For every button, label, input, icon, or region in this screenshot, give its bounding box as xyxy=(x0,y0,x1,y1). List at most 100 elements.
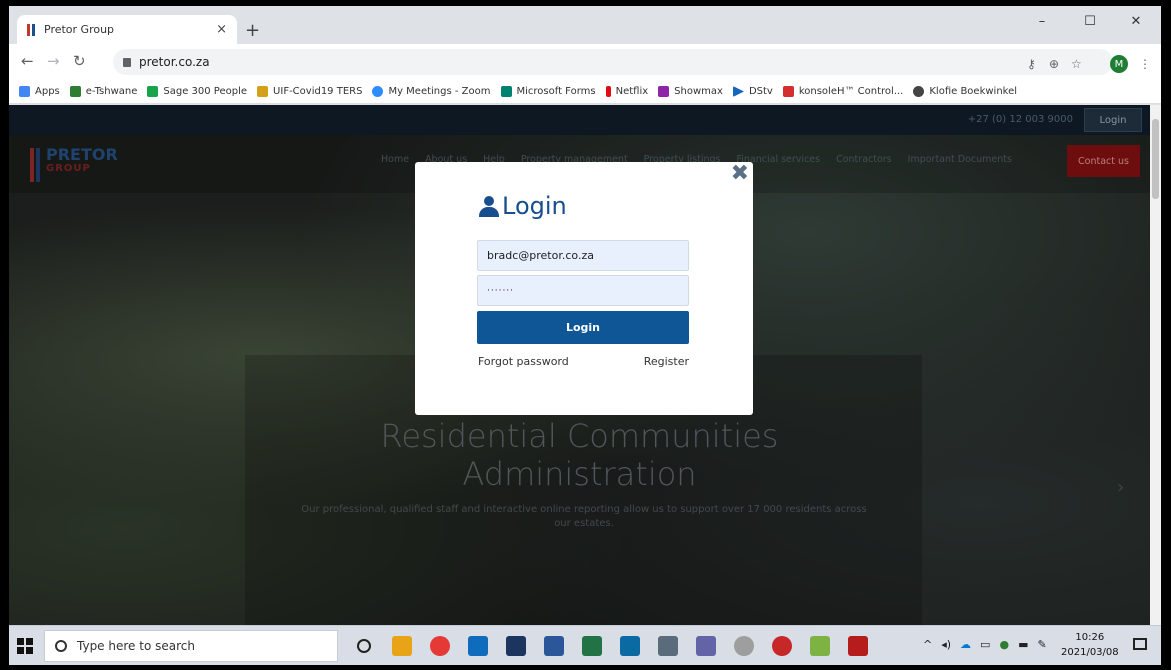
pretor-logo[interactable]: PRETOR GROUP xyxy=(30,147,118,182)
password-field[interactable]: ······· xyxy=(477,275,689,306)
tab-close-icon[interactable]: × xyxy=(216,22,227,37)
globe-icon xyxy=(913,86,925,97)
bookmark-sage[interactable]: Sage 300 People xyxy=(147,86,247,97)
nav-important-documents[interactable]: Important Documents xyxy=(908,154,1012,165)
nav-contractors[interactable]: Contractors xyxy=(836,154,892,165)
clock-time: 10:26 xyxy=(1075,632,1105,643)
hero-title: Residential Communities Administration xyxy=(380,417,779,493)
forward-arrow-icon[interactable]: → xyxy=(47,52,60,70)
zoom-app-icon xyxy=(372,86,384,97)
phone-number[interactable]: +27 (0) 12 003 9000 xyxy=(968,114,1073,125)
chevron-up-icon[interactable]: ^ xyxy=(923,638,932,651)
system-tray: ^ ◂) ☁ ▭ ● ▬ ✎ xyxy=(923,638,1047,651)
bookmark-e-tshwane[interactable]: e-Tshwane xyxy=(69,86,137,97)
bookmark-showmax[interactable]: Showmax xyxy=(658,86,723,97)
star-icon[interactable]: ☆ xyxy=(1071,57,1082,71)
zoom-icon[interactable]: ⊕ xyxy=(1049,57,1059,71)
bookmark-klofie[interactable]: Klofie Boekwinkel xyxy=(913,86,1017,97)
forms-icon xyxy=(500,86,512,97)
bookmark-uif[interactable]: UIF-Covid19 TERS xyxy=(257,86,362,97)
dstv-icon xyxy=(732,86,744,97)
minimize-button[interactable]: – xyxy=(1019,14,1065,29)
nav-home[interactable]: Home xyxy=(381,154,409,165)
security-icon[interactable]: ● xyxy=(999,638,1009,651)
file-explorer-icon[interactable] xyxy=(392,636,412,656)
calculator-icon[interactable] xyxy=(658,636,678,656)
page-scrollbar[interactable] xyxy=(1150,105,1161,625)
register-link[interactable]: Register xyxy=(644,355,689,368)
netflix-icon xyxy=(605,86,611,97)
word-icon[interactable] xyxy=(544,636,564,656)
search-placeholder: Type here to search xyxy=(77,639,195,653)
profile-avatar[interactable]: M xyxy=(1110,55,1128,73)
volume-icon[interactable]: ◂) xyxy=(941,638,951,651)
login-heading: Login xyxy=(478,192,567,220)
reload-icon[interactable]: ↻ xyxy=(73,52,86,70)
url-text: pretor.co.za xyxy=(139,55,210,69)
forgot-password-link[interactable]: Forgot password xyxy=(478,355,569,368)
bookmark-netflix[interactable]: Netflix xyxy=(605,86,648,97)
task-view-icon[interactable] xyxy=(357,639,371,653)
taskbar-search[interactable]: Type here to search xyxy=(44,630,338,662)
app4-icon[interactable] xyxy=(848,636,868,656)
scroll-thumb[interactable] xyxy=(1152,119,1159,199)
screen: Pretor Group × + – ☐ ✕ ← → ↻ pretor.co.z… xyxy=(9,6,1161,665)
bookmark-forms[interactable]: Microsoft Forms xyxy=(500,86,596,97)
onedrive-icon[interactable]: ☁ xyxy=(960,638,971,651)
carousel-next-icon[interactable]: › xyxy=(1117,477,1124,498)
pretor-app-icon[interactable] xyxy=(506,636,526,656)
bookmark-zoom[interactable]: My Meetings - Zoom xyxy=(372,86,491,97)
login-submit-button[interactable]: Login xyxy=(477,311,689,344)
notification-icon[interactable] xyxy=(1133,638,1147,650)
showmax-icon xyxy=(658,86,670,97)
windows-start-icon[interactable] xyxy=(17,638,33,654)
excel-icon[interactable] xyxy=(582,636,602,656)
chrome-icon[interactable] xyxy=(430,636,450,656)
close-modal-icon[interactable]: ✖ xyxy=(731,161,749,186)
pretor-favicon-icon xyxy=(27,23,35,36)
teams-icon[interactable] xyxy=(696,636,716,656)
browser-tab[interactable]: Pretor Group × xyxy=(17,15,237,44)
pen-icon[interactable]: ✎ xyxy=(1037,638,1046,651)
clock-date: 2021/03/08 xyxy=(1061,647,1119,658)
search-icon xyxy=(55,640,67,652)
bookmarks-bar: Apps e-Tshwane Sage 300 People UIF-Covid… xyxy=(9,80,1161,104)
app2-icon[interactable] xyxy=(772,636,792,656)
site-top-bar: +27 (0) 12 003 9000 Login xyxy=(9,105,1150,135)
email-field[interactable]: bradc@pretor.co.za xyxy=(477,240,689,271)
bookmark-konsoleh[interactable]: konsoleH™ Control... xyxy=(782,86,903,97)
logo-mark-icon xyxy=(30,148,40,182)
logo-subtext: GROUP xyxy=(46,163,91,174)
login-modal: ✖ Login bradc@pretor.co.za ······· Login… xyxy=(415,161,753,415)
konsoleh-icon xyxy=(782,86,794,97)
browser-toolbar: ← → ↻ pretor.co.za ⚷ ⊕ ☆ M ⋮ xyxy=(9,44,1161,80)
bookmark-apps[interactable]: Apps xyxy=(19,86,60,97)
web-page: +27 (0) 12 003 9000 Login PRETOR GROUP Ho… xyxy=(9,105,1150,625)
outlook-icon[interactable] xyxy=(468,636,488,656)
back-arrow-icon[interactable]: ← xyxy=(21,52,34,70)
app-icon[interactable] xyxy=(734,636,754,656)
maximize-button[interactable]: ☐ xyxy=(1067,14,1113,29)
hero-description: Our professional, qualified staff and in… xyxy=(301,504,867,529)
close-window-button[interactable]: ✕ xyxy=(1113,14,1159,29)
contact-us-button[interactable]: Contact us xyxy=(1067,145,1140,177)
site-login-button[interactable]: Login xyxy=(1084,108,1142,132)
login-title: Login xyxy=(502,192,567,220)
menu-dots-icon[interactable]: ⋮ xyxy=(1139,57,1151,71)
store-icon[interactable] xyxy=(620,636,640,656)
lock-icon xyxy=(123,57,131,67)
new-tab-button[interactable]: + xyxy=(245,20,260,41)
key-icon[interactable]: ⚷ xyxy=(1027,57,1036,71)
bookmark-dstv[interactable]: DStv xyxy=(732,86,773,97)
uif-icon xyxy=(257,86,269,97)
address-bar[interactable]: pretor.co.za xyxy=(113,49,1113,75)
battery-icon[interactable]: ▬ xyxy=(1018,638,1028,651)
app3-icon[interactable] xyxy=(810,636,830,656)
clock[interactable]: 10:26 2021/03/08 xyxy=(1061,630,1119,660)
tab-strip: Pretor Group × + – ☐ ✕ xyxy=(9,6,1161,44)
sage-icon xyxy=(147,86,159,97)
tab-title: Pretor Group xyxy=(44,23,115,36)
e-tshwane-icon xyxy=(69,86,81,97)
network-icon[interactable]: ▭ xyxy=(980,638,990,651)
user-icon xyxy=(478,195,500,217)
